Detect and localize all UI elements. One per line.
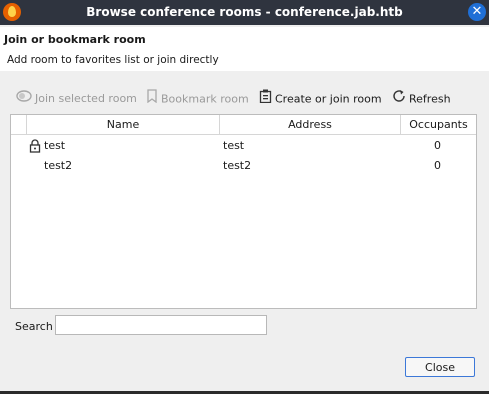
search-label: Search [15, 320, 53, 333]
join-icon [16, 89, 32, 109]
room-name: test2 [44, 159, 73, 172]
create-room-icon [259, 89, 272, 110]
room-address: test [223, 139, 245, 152]
room-occupants: 0 [434, 139, 441, 152]
toolbar: Join selected room Bookmark room Create … [0, 89, 489, 111]
join-selected-room-button[interactable]: Join selected room [16, 89, 137, 109]
create-or-join-room-button[interactable]: Create or join room [259, 89, 382, 109]
join-selected-room-label: Join selected room [35, 92, 137, 105]
table-row[interactable]: test2 test2 0 [11, 156, 476, 176]
column-header-address[interactable]: Address [220, 115, 401, 134]
search-input[interactable] [55, 315, 267, 335]
dialog-header: Join or bookmark room Add room to favori… [0, 27, 489, 71]
table-row[interactable]: test test 0 [11, 136, 476, 156]
refresh-label: Refresh [409, 92, 451, 106]
header-subtitle: Add room to favorites list or join direc… [7, 54, 219, 66]
column-header-icon [11, 115, 27, 134]
header-title: Join or bookmark room [4, 33, 146, 46]
bookmark-icon [146, 89, 158, 110]
table-header: Name Address Occupants [11, 115, 476, 135]
title-bar: Browse conference rooms - conference.jab… [0, 0, 489, 25]
column-header-occupants[interactable]: Occupants [401, 115, 476, 134]
create-or-join-room-label: Create or join room [275, 92, 382, 106]
column-header-name[interactable]: Name [27, 115, 220, 134]
refresh-icon [392, 89, 406, 110]
rooms-table[interactable]: Name Address Occupants test test 0 test2… [10, 114, 477, 309]
refresh-button[interactable]: Refresh [392, 89, 451, 109]
room-address: test2 [223, 159, 252, 172]
close-icon[interactable]: ✕ [468, 3, 486, 21]
bookmark-room-label: Bookmark room [161, 92, 249, 106]
room-name: test [44, 139, 66, 152]
dialog-body: Join or bookmark room Add room to favori… [0, 25, 489, 391]
close-button[interactable]: Close [405, 357, 475, 377]
window-title: Browse conference rooms - conference.jab… [86, 5, 403, 19]
room-occupants: 0 [434, 159, 441, 172]
bookmark-room-button[interactable]: Bookmark room [146, 89, 249, 109]
